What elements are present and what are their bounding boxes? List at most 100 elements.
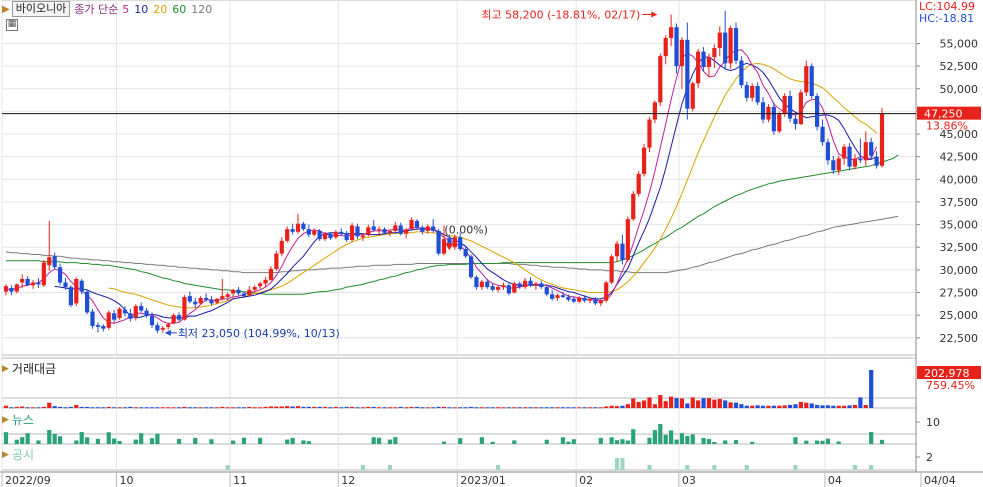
news-bar[interactable] bbox=[149, 438, 155, 444]
candle-body[interactable] bbox=[539, 283, 544, 288]
news-bar[interactable] bbox=[258, 437, 263, 444]
candle-body[interactable] bbox=[777, 114, 782, 132]
volume-bar[interactable] bbox=[225, 407, 230, 409]
candle-body[interactable] bbox=[658, 56, 663, 103]
news-bar[interactable] bbox=[658, 424, 663, 444]
volume-bar[interactable] bbox=[68, 406, 73, 408]
candle-body[interactable] bbox=[501, 285, 506, 288]
volume-bar[interactable] bbox=[820, 405, 825, 408]
candle-body[interactable] bbox=[685, 39, 690, 109]
news-bar[interactable] bbox=[663, 434, 668, 444]
notice-bar[interactable] bbox=[647, 465, 652, 470]
volume-bar[interactable] bbox=[625, 404, 630, 408]
volume-bar[interactable] bbox=[490, 407, 495, 409]
volume-bar[interactable] bbox=[231, 407, 236, 409]
news-bar[interactable] bbox=[441, 441, 447, 444]
news-bar[interactable] bbox=[750, 441, 755, 444]
candle-body[interactable] bbox=[30, 282, 36, 286]
candle-body[interactable] bbox=[533, 283, 539, 286]
news-bar[interactable] bbox=[241, 437, 247, 444]
volume-bar[interactable] bbox=[744, 405, 749, 408]
candle-body[interactable] bbox=[160, 327, 165, 330]
candle-body[interactable] bbox=[263, 279, 268, 284]
candle-body[interactable] bbox=[852, 158, 858, 167]
candle-body[interactable] bbox=[760, 102, 766, 120]
ma-period-20[interactable]: 20 bbox=[153, 3, 167, 16]
candle-body[interactable] bbox=[144, 310, 149, 317]
candle-body[interactable] bbox=[252, 287, 257, 290]
volume-bar[interactable] bbox=[295, 406, 301, 408]
volume-bar[interactable] bbox=[609, 405, 614, 408]
volume-bar[interactable] bbox=[766, 405, 771, 408]
news-bar[interactable] bbox=[74, 440, 79, 444]
volume-bar[interactable] bbox=[90, 407, 95, 409]
ma-period-120[interactable]: 120 bbox=[191, 3, 212, 16]
candle-body[interactable] bbox=[874, 156, 879, 166]
candle-body[interactable] bbox=[636, 173, 641, 194]
volume-bar[interactable] bbox=[847, 405, 852, 408]
news-bar[interactable] bbox=[685, 435, 690, 444]
notice-bar[interactable] bbox=[852, 465, 858, 470]
candle-body[interactable] bbox=[85, 291, 90, 313]
volume-bar[interactable] bbox=[436, 406, 441, 408]
volume-bar[interactable] bbox=[79, 406, 84, 408]
volume-bar[interactable] bbox=[787, 404, 793, 408]
news-bar[interactable] bbox=[285, 439, 290, 444]
candle-body[interactable] bbox=[863, 142, 868, 161]
volume-bar[interactable] bbox=[495, 407, 501, 409]
volume-bar[interactable] bbox=[41, 406, 46, 408]
candle-body[interactable] bbox=[241, 293, 247, 297]
expand-arrow-icon[interactable]: ▶ bbox=[2, 450, 9, 460]
candle-body[interactable] bbox=[728, 28, 733, 64]
volume-bar[interactable] bbox=[587, 407, 593, 409]
volume-bar[interactable] bbox=[409, 406, 414, 408]
volume-bar[interactable] bbox=[339, 407, 344, 409]
candle-body[interactable] bbox=[312, 230, 317, 235]
volume-bar[interactable] bbox=[382, 407, 387, 409]
volume-bar[interactable] bbox=[458, 407, 463, 409]
news-bar[interactable] bbox=[560, 437, 566, 444]
news-bar[interactable] bbox=[690, 434, 695, 444]
volume-bar[interactable] bbox=[20, 406, 25, 408]
notice-bar[interactable] bbox=[225, 465, 230, 470]
news-bar[interactable] bbox=[393, 437, 398, 444]
news-bar[interactable] bbox=[723, 440, 728, 444]
candle-body[interactable] bbox=[95, 325, 101, 327]
candle-body[interactable] bbox=[809, 66, 814, 96]
volume-bar[interactable] bbox=[555, 407, 560, 409]
volume-bar[interactable] bbox=[247, 406, 252, 408]
news-bar[interactable] bbox=[571, 439, 576, 444]
candle-body[interactable] bbox=[712, 47, 717, 58]
candle-body[interactable] bbox=[425, 226, 430, 231]
volume-bar[interactable] bbox=[306, 406, 311, 408]
volume-bar[interactable] bbox=[366, 406, 371, 408]
volume-bar[interactable] bbox=[290, 406, 295, 408]
candle-body[interactable] bbox=[463, 249, 468, 257]
candle-body[interactable] bbox=[377, 229, 382, 231]
volume-bar[interactable] bbox=[501, 407, 506, 409]
news-bar[interactable] bbox=[79, 432, 84, 444]
volume-bar[interactable] bbox=[398, 406, 403, 408]
candle-body[interactable] bbox=[701, 51, 706, 68]
ma-period-60[interactable]: 60 bbox=[172, 3, 186, 16]
volume-bar[interactable] bbox=[631, 398, 636, 409]
candle-body[interactable] bbox=[458, 237, 463, 250]
candle-body[interactable] bbox=[79, 280, 84, 292]
candle-body[interactable] bbox=[550, 294, 555, 299]
stock-chart[interactable]: 55,00052,50050,00047,50045,00042,50040,0… bbox=[0, 0, 983, 487]
news-bar[interactable] bbox=[371, 437, 376, 444]
candle-body[interactable] bbox=[301, 223, 306, 230]
candle-body[interactable] bbox=[41, 262, 46, 286]
volume-bar[interactable] bbox=[706, 398, 712, 408]
volume-bar[interactable] bbox=[782, 405, 787, 408]
volume-bar[interactable] bbox=[836, 405, 841, 408]
volume-bar[interactable] bbox=[544, 407, 549, 409]
news-bar[interactable] bbox=[733, 440, 739, 444]
volume-bar[interactable] bbox=[479, 407, 484, 409]
news-bar[interactable] bbox=[387, 439, 393, 444]
volume-bar[interactable] bbox=[377, 407, 382, 409]
candle-body[interactable] bbox=[268, 268, 274, 280]
news-bar[interactable] bbox=[231, 440, 236, 444]
candle-body[interactable] bbox=[220, 296, 225, 299]
volume-bar[interactable] bbox=[182, 406, 187, 408]
